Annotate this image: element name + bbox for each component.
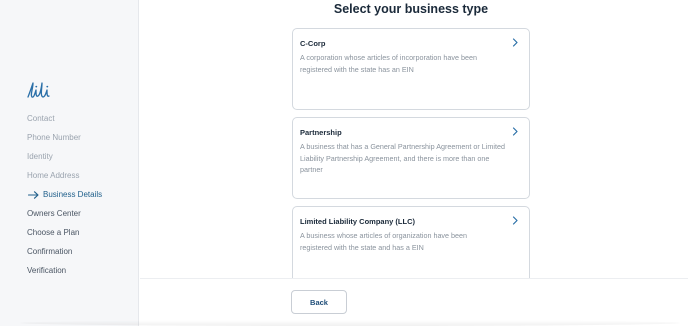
business-type-option-c-corp[interactable]: C-Corp A corporation whose articles of i… <box>292 28 530 110</box>
step-contact[interactable]: Contact <box>27 109 102 128</box>
arrow-right-icon <box>28 190 39 199</box>
main-content: Select your business type C-Corp A corpo… <box>140 0 688 326</box>
back-button[interactable]: Back <box>291 290 347 314</box>
page-title: Select your business type <box>333 2 489 16</box>
step-label: Phone Number <box>27 133 81 142</box>
chevron-right-icon <box>512 127 518 136</box>
step-home-address[interactable]: Home Address <box>27 166 102 185</box>
step-confirmation[interactable]: Confirmation <box>27 242 102 261</box>
step-label: Business Details <box>43 190 103 199</box>
option-title: Partnership <box>300 128 342 137</box>
sidebar: lili Contact Phone Number Identity Home … <box>0 0 139 326</box>
step-phone-number[interactable]: Phone Number <box>27 128 102 147</box>
business-type-option-partnership[interactable]: Partnership A business that has a Genera… <box>292 117 530 199</box>
chevron-right-icon <box>512 38 518 47</box>
business-type-option-llc[interactable]: Limited Liability Company (LLC) A busine… <box>292 206 530 288</box>
option-description: A business whose articles of organizatio… <box>300 231 468 252</box>
option-title: Limited Liability Company (LLC) <box>300 217 416 226</box>
option-description: A corporation whose articles of incorpor… <box>300 53 477 74</box>
footer-divider <box>140 278 688 279</box>
onboarding-steps: Contact Phone Number Identity Home Addre… <box>27 109 102 280</box>
step-business-details[interactable]: Business Details <box>28 185 102 204</box>
step-verification[interactable]: Verification <box>27 261 102 280</box>
step-choose-a-plan[interactable]: Choose a Plan <box>27 223 102 242</box>
step-label: Home Address <box>27 171 80 180</box>
window-bottom-shadow <box>20 320 680 326</box>
step-label: Confirmation <box>27 247 73 256</box>
step-label: Contact <box>27 114 55 123</box>
step-label: Verification <box>27 266 67 275</box>
step-label: Identity <box>27 152 53 161</box>
step-label: Owners Center <box>27 209 81 218</box>
step-identity[interactable]: Identity <box>27 147 102 166</box>
lili-logo: lili <box>27 82 50 98</box>
step-label: Choose a Plan <box>27 228 80 237</box>
footer-bar <box>140 278 688 326</box>
step-owners-center[interactable]: Owners Center <box>27 204 102 223</box>
option-description: A business that has a General Partnershi… <box>300 142 505 174</box>
chevron-right-icon <box>512 216 518 225</box>
option-title: C-Corp <box>300 39 326 48</box>
app-root: lili Contact Phone Number Identity Home … <box>0 0 688 326</box>
